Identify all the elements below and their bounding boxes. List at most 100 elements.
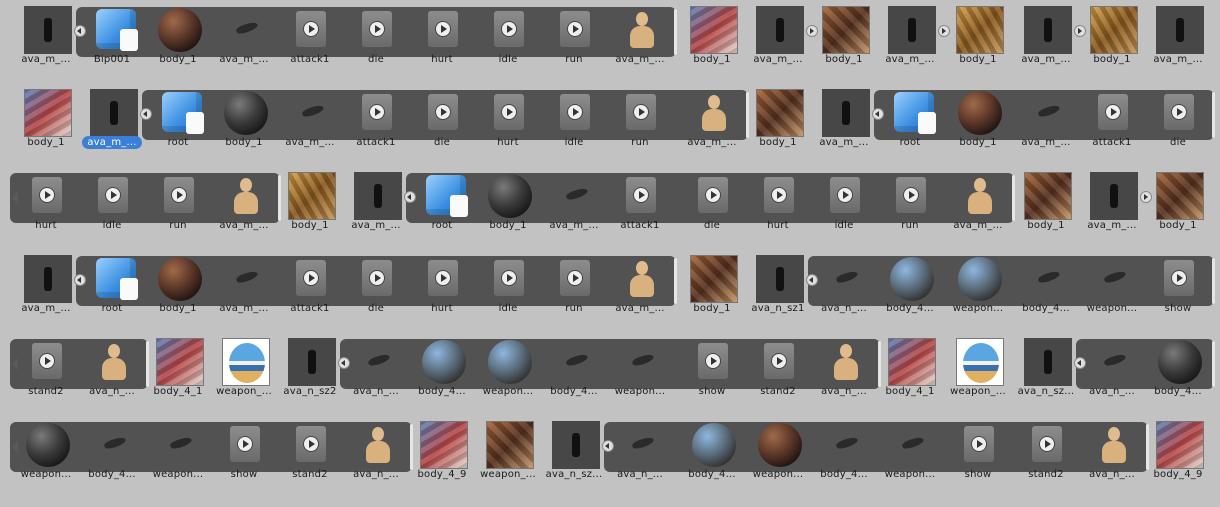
asset-item[interactable]: idle [476, 0, 540, 74]
asset-item[interactable]: ava_n_... [1080, 415, 1144, 489]
asset-item[interactable]: root [878, 83, 942, 157]
asset-item[interactable]: die [344, 249, 408, 323]
asset-item[interactable]: ava_m_... [212, 0, 276, 74]
asset-item[interactable]: stand2 [14, 332, 78, 406]
asset-item[interactable]: show [1146, 249, 1210, 323]
asset-item[interactable]: body_1 [476, 166, 540, 240]
asset-item[interactable]: show [680, 332, 744, 406]
asset-item[interactable]: body_4... [878, 249, 942, 323]
asset-item[interactable]: ava_m_... [80, 83, 152, 157]
asset-item[interactable]: stand2 [746, 332, 810, 406]
asset-item[interactable]: attack1 [278, 0, 342, 74]
asset-item[interactable]: weapon_... [476, 415, 540, 489]
asset-item[interactable]: ava_m_... [746, 0, 818, 74]
asset-item[interactable]: ava_m_... [212, 166, 276, 240]
asset-item[interactable]: weapon... [476, 332, 540, 406]
asset-item[interactable]: idle [812, 166, 876, 240]
asset-item[interactable]: attack1 [1080, 83, 1144, 157]
asset-item[interactable]: ava_n_... [812, 332, 876, 406]
asset-item[interactable]: stand2 [1014, 415, 1078, 489]
asset-item[interactable]: hurt [410, 0, 474, 74]
asset-item[interactable]: idle [476, 249, 540, 323]
asset-item[interactable]: body_4... [1014, 249, 1078, 323]
asset-item[interactable]: weapon_... [212, 332, 276, 406]
asset-item[interactable]: ava_n_sz... [542, 415, 614, 489]
asset-item[interactable]: ava_m_... [14, 249, 86, 323]
asset-item[interactable]: idle [80, 166, 144, 240]
asset-item[interactable]: weapon... [14, 415, 78, 489]
asset-item[interactable]: ava_m_... [14, 0, 86, 74]
asset-item[interactable]: ava_n_sz2 [278, 332, 350, 406]
asset-item[interactable]: ava_m_... [542, 166, 606, 240]
asset-item[interactable]: ava_m_... [212, 249, 276, 323]
asset-item[interactable]: ava_n_sz... [1014, 332, 1086, 406]
asset-item[interactable]: body_1 [946, 0, 1010, 74]
asset-item[interactable]: body_4... [812, 415, 876, 489]
asset-item[interactable]: show [212, 415, 276, 489]
asset-item[interactable]: body_4_9 [410, 415, 474, 489]
asset-item[interactable]: ava_m_... [946, 166, 1010, 240]
asset-item[interactable]: hurt [410, 249, 474, 323]
asset-item[interactable]: die [410, 83, 474, 157]
asset-item[interactable]: ava_m_... [278, 83, 342, 157]
asset-item[interactable]: weapon... [878, 415, 942, 489]
asset-item[interactable]: body_1 [146, 0, 210, 74]
asset-item[interactable]: attack1 [608, 166, 672, 240]
asset-item[interactable]: run [608, 83, 672, 157]
asset-item[interactable]: ava_n_sz1 [746, 249, 818, 323]
asset-item[interactable]: ava_m_... [1014, 0, 1086, 74]
asset-item[interactable]: hurt [746, 166, 810, 240]
asset-item[interactable]: body_1 [278, 166, 342, 240]
asset-item[interactable]: weapon... [146, 415, 210, 489]
asset-item[interactable]: hurt [476, 83, 540, 157]
asset-item[interactable]: body_4_1 [146, 332, 210, 406]
asset-item[interactable]: ava_m_... [812, 83, 884, 157]
asset-item[interactable]: body_4... [542, 332, 606, 406]
asset-item[interactable]: body_1 [946, 83, 1010, 157]
asset-item[interactable]: ava_n_... [344, 415, 408, 489]
asset-item[interactable]: die [680, 166, 744, 240]
asset-item[interactable]: body_1 [1080, 0, 1144, 74]
asset-item[interactable]: ava_m_... [1014, 83, 1078, 157]
asset-item[interactable]: ava_n_... [80, 332, 144, 406]
asset-item[interactable]: body_4_1 [878, 332, 942, 406]
asset-item[interactable]: Bip001 [80, 0, 144, 74]
asset-item[interactable]: ava_n_... [608, 415, 672, 489]
asset-item[interactable]: root [80, 249, 144, 323]
asset-item[interactable]: body_4... [1146, 332, 1210, 406]
asset-item[interactable]: ava_n_... [344, 332, 408, 406]
asset-item[interactable]: body_1 [746, 83, 810, 157]
asset-item[interactable]: ava_m_... [1146, 0, 1210, 74]
asset-item[interactable]: body_4... [680, 415, 744, 489]
asset-item[interactable]: weapon... [946, 249, 1010, 323]
asset-item[interactable]: ava_m_... [608, 249, 672, 323]
asset-item[interactable]: body_1 [1146, 166, 1210, 240]
asset-item[interactable]: body_1 [1014, 166, 1078, 240]
asset-item[interactable]: die [1146, 83, 1210, 157]
asset-item[interactable]: die [344, 0, 408, 74]
asset-item[interactable]: stand2 [278, 415, 342, 489]
asset-item[interactable]: show [946, 415, 1010, 489]
asset-item[interactable]: body_1 [680, 0, 744, 74]
asset-item[interactable]: idle [542, 83, 606, 157]
asset-item[interactable]: body_1 [212, 83, 276, 157]
asset-item[interactable]: root [410, 166, 474, 240]
asset-item[interactable]: hurt [14, 166, 78, 240]
asset-item[interactable]: attack1 [278, 249, 342, 323]
asset-item[interactable]: body_4... [80, 415, 144, 489]
asset-item[interactable]: body_4... [410, 332, 474, 406]
asset-item[interactable]: weapon... [746, 415, 810, 489]
asset-item[interactable]: ava_m_... [344, 166, 416, 240]
asset-item[interactable]: body_1 [812, 0, 876, 74]
asset-item[interactable]: ava_m_... [680, 83, 744, 157]
asset-item[interactable]: ava_m_... [878, 0, 950, 74]
asset-item[interactable]: body_1 [146, 249, 210, 323]
asset-item[interactable]: run [542, 249, 606, 323]
asset-item[interactable]: run [542, 0, 606, 74]
asset-item[interactable]: ava_n_... [1080, 332, 1144, 406]
asset-item[interactable]: weapon... [1080, 249, 1144, 323]
asset-item[interactable]: ava_m_... [1080, 166, 1152, 240]
asset-item[interactable]: body_4_9 [1146, 415, 1210, 489]
asset-item[interactable]: ava_n_... [812, 249, 876, 323]
asset-item[interactable]: run [878, 166, 942, 240]
